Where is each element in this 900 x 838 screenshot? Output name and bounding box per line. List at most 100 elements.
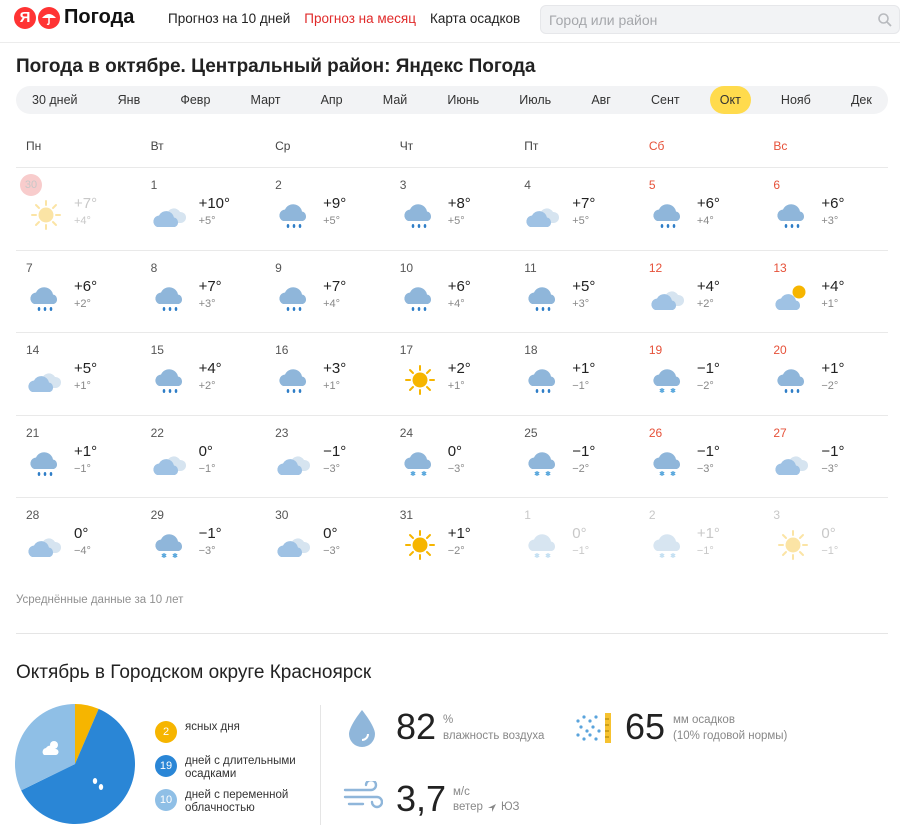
calendar-day[interactable]: 15 +4° +2° xyxy=(141,333,266,415)
nav-month[interactable]: Прогноз на месяц xyxy=(304,11,416,26)
calendar-day[interactable]: 6 +6° +3° xyxy=(763,168,888,250)
month-tab[interactable]: Июнь xyxy=(437,86,489,114)
legend-rain-label: дней с длительными осадками xyxy=(185,755,296,780)
calendar-day[interactable]: 3 0° −1° xyxy=(763,498,888,581)
calendar-day[interactable]: 26 −1° −3° xyxy=(639,416,764,498)
day-number: 1 xyxy=(150,178,158,192)
calendar-day[interactable]: 16 +3° +1° xyxy=(265,333,390,415)
temp-max: 0° xyxy=(572,525,587,542)
temp-min: −1° xyxy=(572,380,590,392)
day-number: 3 xyxy=(399,178,407,192)
temp-max: +6° xyxy=(821,195,845,212)
weekday-label: Пт xyxy=(524,139,539,153)
calendar-day[interactable]: 24 0° −3° xyxy=(390,416,515,498)
month-tab[interactable]: Янв xyxy=(108,86,151,114)
snow-weather-icon xyxy=(653,451,680,476)
temp-min: −3° xyxy=(323,462,341,475)
cloudy-weather-icon xyxy=(526,208,560,227)
calendar-day[interactable]: 11 +5° +3° xyxy=(514,251,639,333)
month-tab[interactable]: Май xyxy=(373,86,418,114)
calendar-day[interactable]: 18 +1° −1° xyxy=(514,333,639,415)
nav-10-days[interactable]: Прогноз на 10 дней xyxy=(168,11,290,26)
temp-max: +3° xyxy=(323,360,347,377)
day-number: 4 xyxy=(524,178,531,192)
calendar-day[interactable]: 8 +7° +3° xyxy=(141,251,266,333)
calendar-day[interactable]: 30 +7° +4° xyxy=(16,168,141,250)
calendar-day[interactable]: 1 0° −1° xyxy=(514,498,639,581)
search-icon[interactable] xyxy=(877,12,893,28)
sun-weather-icon xyxy=(404,365,435,395)
temp-min: +5° xyxy=(323,215,341,227)
temp-max: +4° xyxy=(696,277,720,295)
calendar-day[interactable]: 7 +6° +2° xyxy=(16,251,141,333)
temp-min: +4° xyxy=(74,215,91,227)
weekday-label: Ср xyxy=(275,139,291,153)
calendar-day[interactable]: 30 0° −3° xyxy=(265,498,390,581)
calendar-week: 14 +5° +1° 15 +4° +2° 16 +3° +1° 17 +2° +1° 18 +1° −1°… xyxy=(16,333,888,416)
cloudy-weather-icon xyxy=(28,373,62,392)
month-tab[interactable]: Дек xyxy=(841,86,882,114)
search-input[interactable] xyxy=(549,11,869,29)
calendar-day[interactable]: 5 +6° +4° xyxy=(639,168,764,250)
day-number: 2 xyxy=(275,178,282,192)
calendar-day[interactable]: 27 −1° −3° xyxy=(763,416,888,498)
day-number: 13 xyxy=(773,260,787,275)
calendar-day[interactable]: 3 +8° +5° xyxy=(390,168,515,250)
calendar-day[interactable]: 10 +6° +4° xyxy=(390,251,515,333)
cloudy-weather-icon xyxy=(152,455,186,475)
calendar-day[interactable]: 22 0° −1° xyxy=(141,416,266,498)
calendar-day[interactable]: 12 +4° +2° xyxy=(639,251,764,333)
month-tab[interactable]: Апр xyxy=(311,86,353,114)
header-divider xyxy=(0,42,900,43)
humidity-value: 82 xyxy=(396,706,437,747)
wind-icon xyxy=(343,781,383,809)
day-number: 15 xyxy=(150,343,164,357)
temp-min: +5° xyxy=(447,215,465,227)
calendar-day[interactable]: 14 +5° +1° xyxy=(16,333,141,415)
calendar-day[interactable]: 20 +1° −2° xyxy=(763,333,888,415)
month-tab[interactable]: 30 дней xyxy=(22,86,88,114)
search-box[interactable] xyxy=(540,5,900,34)
wind-unit: м/с xyxy=(453,786,470,798)
month-tab[interactable]: Окт xyxy=(709,86,751,114)
month-tab[interactable]: Сент xyxy=(641,86,690,114)
day-number: 8 xyxy=(150,260,158,275)
rain-weather-icon xyxy=(279,369,307,393)
cloudy-weather-icon xyxy=(28,538,62,557)
day-number: 10 xyxy=(399,260,414,275)
day-number: 26 xyxy=(648,425,663,440)
calendar-day[interactable]: 29 −1° −3° xyxy=(141,498,266,581)
month-tab[interactable]: Июль xyxy=(509,86,561,114)
calendar-day[interactable]: 21 +1° −1° xyxy=(16,416,141,498)
temp-max: +4° xyxy=(821,277,845,295)
calendar-day[interactable]: 9 +7° +4° xyxy=(265,251,390,333)
calendar-day[interactable]: 28 0° −4° xyxy=(16,498,141,581)
temp-min: −3° xyxy=(323,545,341,557)
snow-weather-icon xyxy=(404,451,431,476)
temp-min: +1° xyxy=(447,380,465,392)
calendar-day[interactable]: 25 −1° −2° xyxy=(514,416,639,498)
calendar-day[interactable]: 19 −1° −2° xyxy=(639,333,764,415)
cloudy-weather-icon xyxy=(775,455,809,475)
temp-max: +1° xyxy=(821,360,845,377)
month-tab[interactable]: Март xyxy=(241,86,291,114)
month-tab[interactable]: Нояб xyxy=(771,86,821,114)
logo[interactable]: Я Погода xyxy=(14,6,134,29)
calendar-day[interactable]: 13 +4° +1° xyxy=(763,251,888,333)
calendar-day[interactable]: 4 +7° +5° xyxy=(514,168,639,250)
temp-min: −4° xyxy=(74,545,91,557)
calendar-day[interactable]: 31 +1° −2° xyxy=(390,498,515,581)
calendar-day[interactable]: 2 +9° +5° xyxy=(265,168,390,250)
cloudy-weather-icon xyxy=(152,208,186,227)
temp-min: −1° xyxy=(696,545,714,557)
calendar-week: 7 +6° +2° 8 +7° +3° 9 +7° +4° 10 +6° +4° 11 +5° +3° 12 +… xyxy=(16,251,888,333)
nav-precip-map[interactable]: Карта осадков xyxy=(430,11,520,26)
calendar-day[interactable]: 23 −1° −3° xyxy=(265,416,390,498)
month-tab[interactable]: Февр xyxy=(170,86,220,114)
temp-max: +9° xyxy=(323,195,347,212)
snow-weather-icon xyxy=(154,534,182,558)
calendar-day[interactable]: 17 +2° +1° xyxy=(390,333,515,415)
calendar-day[interactable]: 1 +10° +5° xyxy=(141,168,266,250)
month-tab[interactable]: Авг xyxy=(581,86,621,114)
calendar-day[interactable]: 2 +1° −1° xyxy=(639,498,764,581)
